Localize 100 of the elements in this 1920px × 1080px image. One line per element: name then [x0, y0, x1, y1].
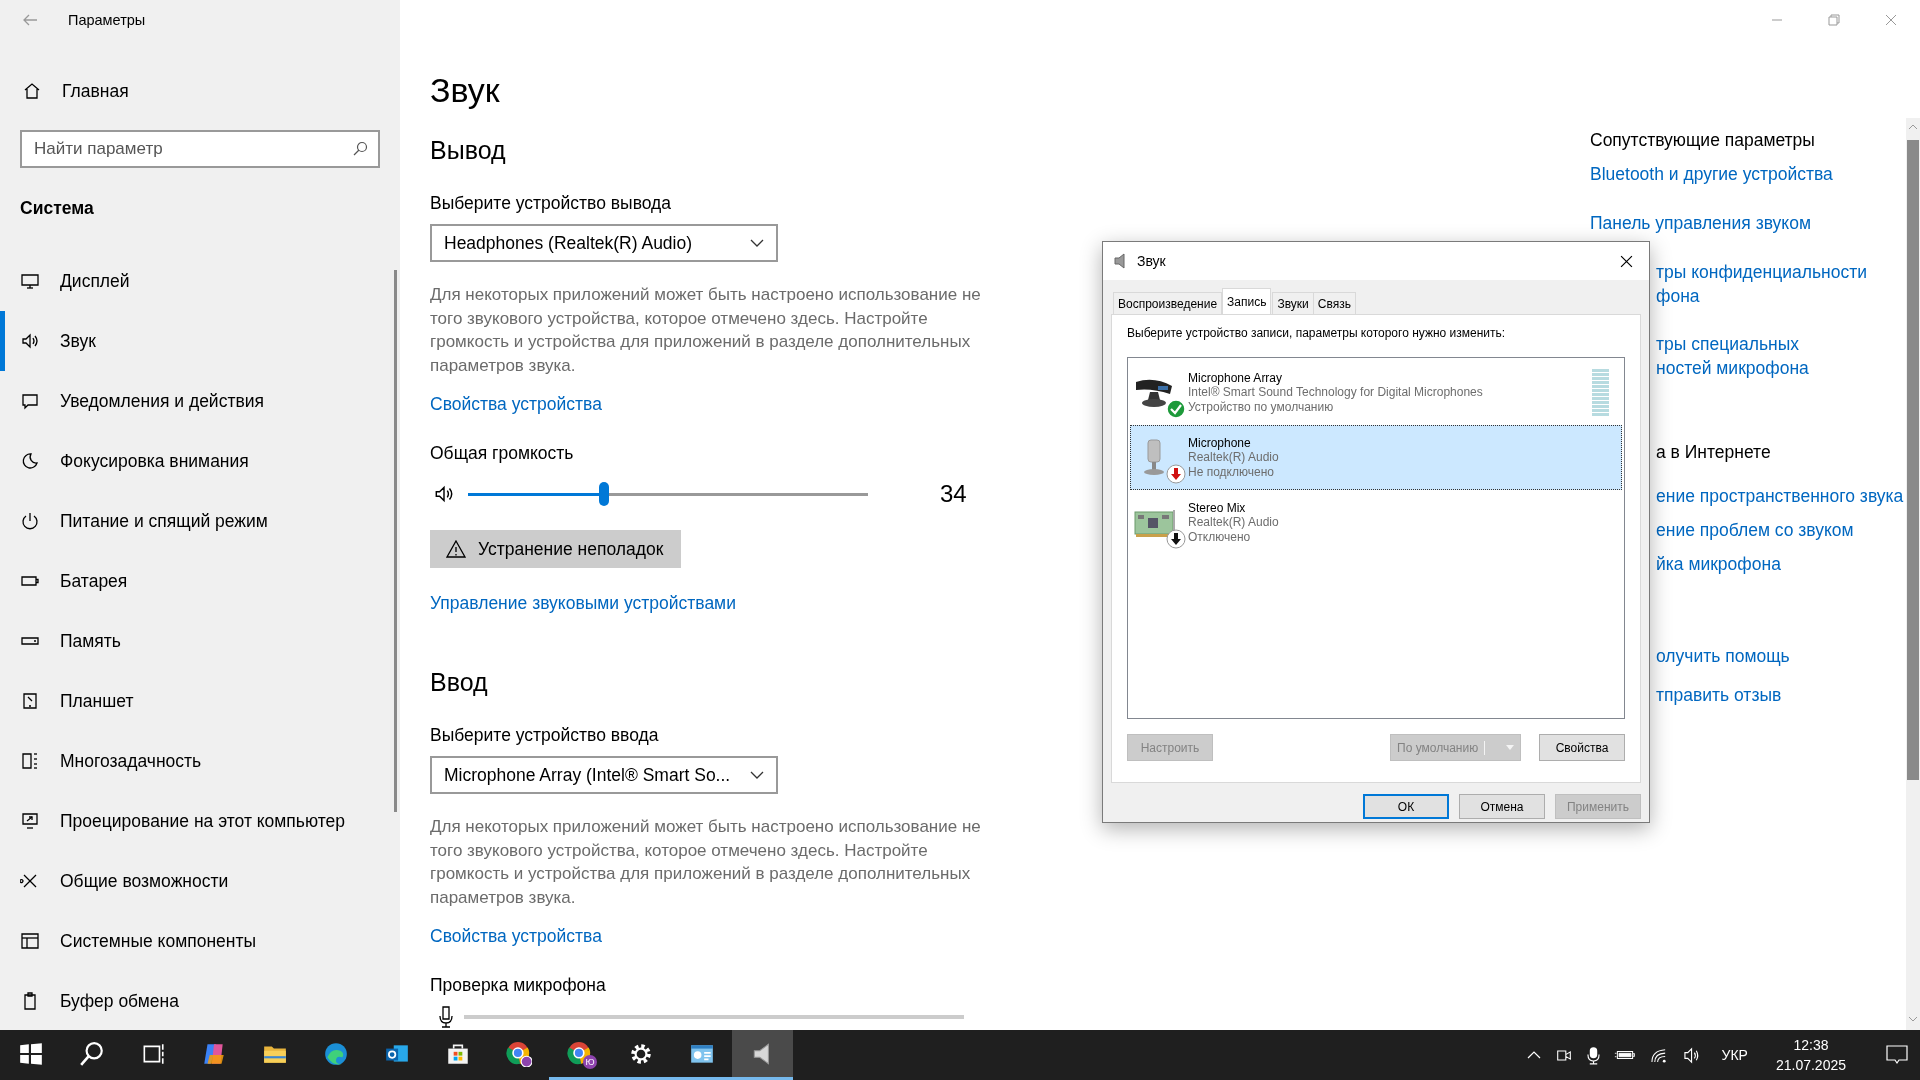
section-label: Система: [20, 197, 95, 220]
mic-test-label: Проверка микрофона: [430, 974, 607, 997]
sidebar-item[interactable]: Системные компоненты: [0, 911, 400, 971]
sidebar-item[interactable]: Буфер обмена: [0, 971, 400, 1030]
device-driver: Realtek(R) Audio: [1188, 515, 1279, 530]
moon-icon: [20, 451, 40, 471]
search-icon: [78, 1040, 105, 1067]
sidebar-item[interactable]: Фокусировка внимания: [0, 431, 400, 491]
field-label: Выберите устройство ввода: [430, 724, 660, 747]
related-link[interactable]: ение проблем со звуком: [1656, 518, 1900, 542]
microphone-icon[interactable]: [1586, 1045, 1600, 1065]
instruction-text: Выберите устройство записи, параметры которого нужно изменить:: [1127, 325, 1507, 341]
notification-icon[interactable]: [1886, 1045, 1908, 1065]
device-status: Не подключено: [1188, 464, 1275, 480]
speaker-icon: [433, 483, 455, 505]
sidebar-item[interactable]: Общие возможности: [0, 851, 400, 911]
dialog-button[interactable]: Отмена: [1459, 794, 1545, 819]
circuit-board-icon: [1134, 507, 1178, 538]
device-row[interactable]: Stereo Mix Realtek(R) Audio Отключено: [1130, 490, 1622, 555]
related-link[interactable]: Панель управления звуком: [1590, 211, 1900, 235]
dialog-button[interactable]: Свойства: [1539, 734, 1625, 761]
related-link[interactable]: йка микрофона: [1656, 552, 1900, 576]
chevron-down-icon: [750, 239, 764, 247]
related-link[interactable]: Bluetooth и другие устройства: [1590, 162, 1900, 186]
chat-bubble-icon: [20, 391, 40, 411]
device-driver: Realtek(R) Audio: [1188, 450, 1279, 465]
tab[interactable]: Связь: [1312, 292, 1356, 314]
scrollbar[interactable]: [1906, 118, 1920, 1030]
section-heading: Вывод: [430, 135, 507, 166]
colorful-circle-icon: [566, 1040, 593, 1067]
troubleshoot-button[interactable]: Устранение неполадок: [430, 530, 682, 568]
dialog-button[interactable]: ОК: [1363, 794, 1449, 819]
chevron-up-icon[interactable]: [1526, 1051, 1541, 1059]
scrollbar[interactable]: [394, 270, 397, 812]
related-link[interactable]: тры специальных ностей микрофона: [1656, 332, 1900, 380]
sidebar-item[interactable]: Планшет: [0, 671, 400, 731]
related-settings-title: Сопутствующие параметры: [1590, 129, 1816, 152]
slider-thumb[interactable]: [599, 482, 609, 506]
wifi-icon[interactable]: [1649, 1046, 1669, 1064]
volume-label: Общая громкость: [430, 442, 575, 465]
related-link[interactable]: тправить отзыв: [1656, 683, 1900, 707]
device-row[interactable]: Microphone Array Intel® Smart Sound Technology for Digital Microphones Устройство по умолчанию: [1130, 360, 1622, 425]
colorful-circle-icon: [505, 1040, 532, 1067]
window-panels-icon: [20, 931, 40, 951]
taskbar-button[interactable]: [732, 1030, 793, 1080]
tab[interactable]: Запись: [1222, 288, 1272, 314]
device-name: Stereo Mix: [1188, 500, 1247, 516]
sidebar-item[interactable]: Дисплей: [0, 251, 400, 311]
monitor-icon: [20, 271, 40, 291]
sidebar-item[interactable]: Проецирование на этот компьютер: [0, 791, 400, 851]
check-badge-icon: [1166, 398, 1186, 419]
dialog-title: Звук: [1137, 253, 1166, 269]
section-heading: Ввод: [430, 667, 489, 698]
wave-circle-icon: [322, 1040, 349, 1067]
close-icon[interactable]: [1620, 254, 1633, 268]
page-title: Звук: [430, 70, 501, 110]
caret-icon: [1506, 745, 1514, 750]
battery-icon[interactable]: [1613, 1049, 1636, 1061]
tab[interactable]: Воспроизведение: [1113, 292, 1223, 314]
power-icon: [20, 511, 40, 531]
field-label: Выберите устройство вывода: [430, 192, 673, 215]
search-icon: [352, 141, 368, 157]
section-heading: а в Интернете: [1656, 441, 1772, 464]
sidebar-item[interactable]: Память: [0, 611, 400, 671]
device-driver: Intel® Smart Sound Technology for Digital Microphones: [1188, 385, 1483, 400]
device-status: Отключено: [1188, 529, 1252, 545]
volume-value: 34: [940, 480, 967, 508]
search-field[interactable]: Найти параметр: [20, 130, 380, 168]
profile-badge: Ю: [583, 1055, 597, 1069]
device-status: Устройство по умолчанию: [1188, 399, 1335, 415]
speaker-icon: [20, 331, 40, 351]
device-row[interactable]: Microphone Realtek(R) Audio Не подключено: [1130, 425, 1622, 490]
screen-arrow-icon: [20, 811, 40, 831]
home-icon: [22, 81, 42, 101]
tablet-icon: [20, 691, 40, 711]
clock[interactable]: 12:38 21.07.2025: [1775, 1035, 1846, 1075]
language-indicator[interactable]: УКР: [1721, 1047, 1748, 1063]
related-link[interactable]: олучить помощь: [1656, 644, 1900, 668]
home-link[interactable]: Главная: [0, 67, 400, 115]
manage-devices-link[interactable]: Управление звуковыми устройствами: [430, 591, 736, 615]
output-device-dropdown[interactable]: Headphones (Realtek(R) Audio): [430, 224, 778, 262]
start-icon: [17, 1040, 44, 1067]
taskbar-button[interactable]: Ю: [549, 1030, 610, 1080]
description-text: Для некоторых приложений может быть настроено использование не того звукового устройства, которое отмечено здесь. Настройте громкость и устройства для приложений в разделе дополнительных параметров звука.: [430, 816, 982, 909]
device-name: Microphone: [1188, 435, 1252, 451]
sidebar-item[interactable]: Уведомления и действия: [0, 371, 400, 431]
sidebar-item[interactable]: Многозадачность: [0, 731, 400, 791]
sidebar-item[interactable]: Батарея: [0, 551, 400, 611]
microphone-icon: [438, 1006, 454, 1028]
sidebar-item[interactable]: Питание и спящий режим: [0, 491, 400, 551]
level-meter: [1592, 369, 1609, 416]
warning-icon: [446, 540, 466, 558]
description-text: Для некоторых приложений может быть настроено использование не того звукового устройства, которое отмечено здесь. Настройте громкость и устройства для приложений в разделе дополнительных параметров звука.: [430, 284, 982, 377]
device-properties-link[interactable]: Свойства устройства: [430, 392, 602, 416]
tab[interactable]: Звуки: [1272, 292, 1314, 314]
scrollbar-thumb[interactable]: [1907, 140, 1919, 780]
device-properties-link[interactable]: Свойства устройства: [430, 924, 602, 948]
window-title: Параметры: [68, 12, 146, 28]
related-link[interactable]: тры конфиденциальности фона: [1656, 260, 1900, 308]
input-device-dropdown[interactable]: Microphone Array (Intel® Smart So...: [430, 756, 778, 794]
